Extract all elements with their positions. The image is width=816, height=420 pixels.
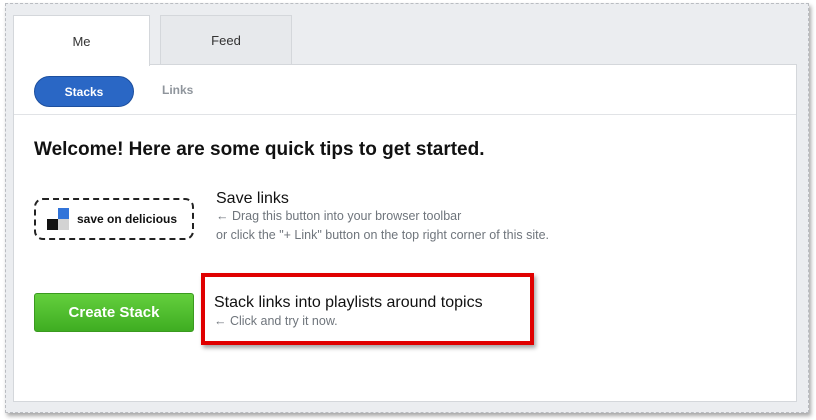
links-link[interactable]: Links xyxy=(162,83,193,97)
tab-me[interactable]: Me xyxy=(13,15,150,66)
create-stack-button[interactable]: Create Stack xyxy=(34,293,194,332)
subnav: Stacks Links xyxy=(14,65,796,115)
delicious-logo-icon xyxy=(47,208,69,230)
save-on-delicious-bookmarklet[interactable]: save on delicious xyxy=(34,198,194,240)
save-links-hint-1: ← Drag this button into your browser too… xyxy=(216,209,462,223)
stack-links-hint: ← Click and try it now. xyxy=(214,314,338,328)
welcome-heading: Welcome! Here are some quick tips to get… xyxy=(34,139,485,160)
main-panel: Stacks Links Welcome! Here are some quic… xyxy=(13,64,797,402)
bookmarklet-label: save on delicious xyxy=(77,212,178,226)
save-links-title: Save links xyxy=(216,190,289,207)
save-links-hint-2: or click the "+ Link" button on the top … xyxy=(216,228,550,242)
stack-links-title: Stack links into playlists around topics xyxy=(214,294,483,311)
stacks-button[interactable]: Stacks xyxy=(34,76,134,107)
tab-feed[interactable]: Feed xyxy=(160,15,292,65)
